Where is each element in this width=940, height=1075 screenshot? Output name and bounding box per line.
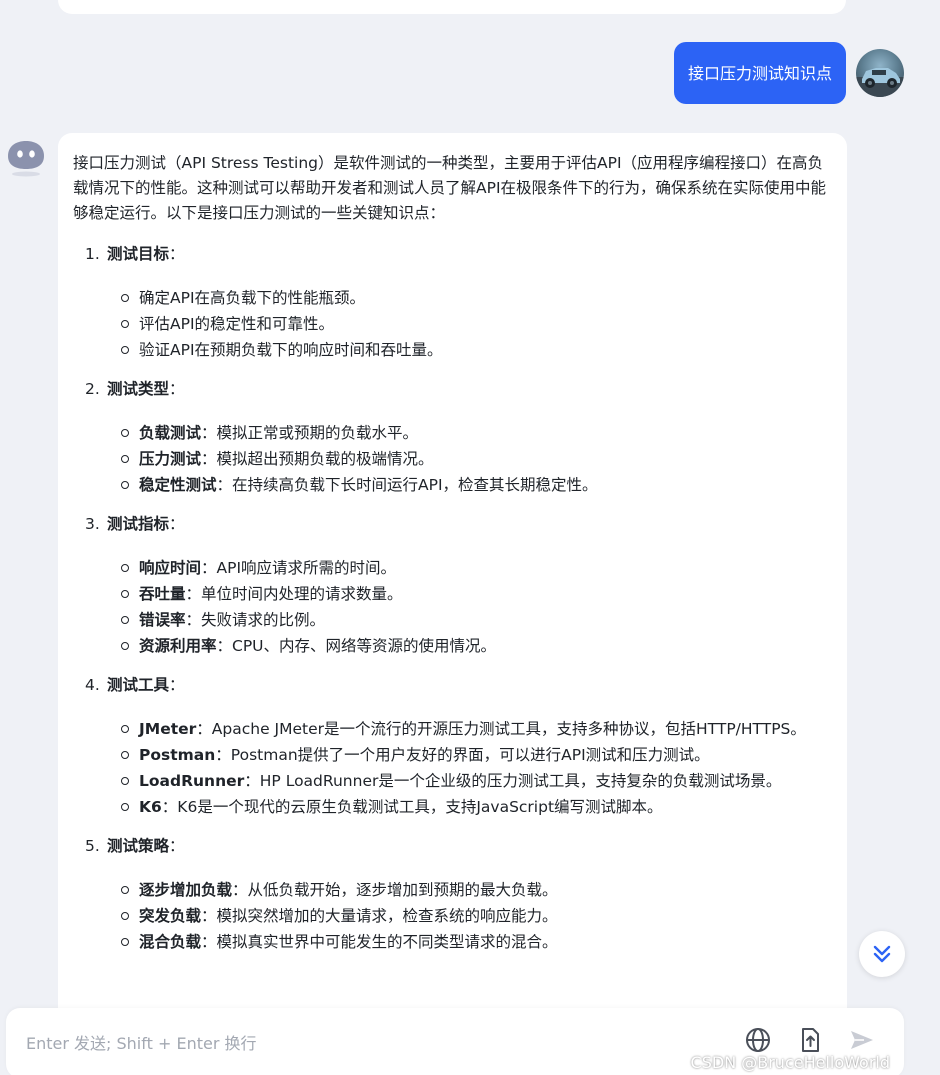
section-bullet-list: 逐步增加负载：从低负载开始，逐步增加到预期的最大负载。 突发负载：模拟突然增加的大… [73, 877, 827, 955]
send-icon [851, 1031, 873, 1049]
section-bullet-list: 确定API在高负载下的性能瓶颈。 评估API的稳定性和可靠性。验证API在预期负载… [73, 285, 827, 363]
bullet-text: ：K6是一个现代的云原生负载测试工具，支持JavaScript编写测试脚本。 [161, 798, 663, 816]
assistant-sections: 1. 测试目标： 确定API在高负载下的性能瓶颈。 评估API的稳定性和可靠性。 验证A… [73, 242, 827, 955]
previous-message-card [58, 0, 846, 14]
bullet-term: Postman [139, 746, 216, 764]
section-number: 4. [85, 676, 100, 694]
section-bullet-list: JMeter：Apache JMeter是一个流行的开源压力测试工具，支持多种协… [73, 716, 827, 820]
chat-window: 接口压力测试知识点 接口压力测试（API Stress Testing）是软件测… [0, 0, 940, 1075]
bullet-term: 错误率 [139, 611, 186, 629]
section-number: 2. [85, 380, 100, 398]
upload-file-button[interactable] [796, 1026, 824, 1054]
user-avatar[interactable] [856, 49, 904, 97]
send-button[interactable] [848, 1026, 876, 1054]
watermark: CSDN @BruceHelloWorld [690, 1053, 890, 1072]
bullet-item: 混合负载：模拟真实世界中可能发生的不同类型请求的混合。 [73, 929, 827, 955]
bullet-term: 响应时间 [139, 559, 202, 577]
assistant-message-card: 接口压力测试（API Stress Testing）是软件测试的一种类型，主要用… [58, 133, 847, 1075]
bullet-item: 验证API在预期负载下的响应时间和吞吐量。 [73, 337, 827, 363]
bullet-item: K6：K6是一个现代的云原生负载测试工具，支持JavaScript编写测试脚本。 [73, 794, 827, 820]
bullet-term: 突发负载 [139, 907, 202, 925]
assistant-avatar [4, 136, 48, 180]
bullet-term: K6 [139, 798, 162, 816]
assistant-intro: 接口压力测试（API Stress Testing）是软件测试的一种类型，主要用… [73, 154, 827, 222]
section-heading: 测试指标 [107, 515, 170, 533]
bullet-item: 错误率：失败请求的比例。 [73, 607, 827, 633]
bullet-text: ：模拟真实世界中可能发生的不同类型请求的混合。 [201, 933, 558, 951]
bullet-item: 负载测试：模拟正常或预期的负载水平。 [73, 420, 827, 446]
section-title: 5. 测试策略： [73, 834, 827, 859]
section-colon: ： [169, 380, 185, 398]
section-colon: ： [169, 837, 185, 855]
globe-icon [746, 1028, 770, 1052]
section-colon: ： [169, 515, 185, 533]
section-heading: 测试工具 [107, 676, 170, 694]
section-title: 2. 测试类型： [73, 377, 827, 402]
bullet-text: 确定API在高负载下的性能瓶颈。 [139, 289, 366, 307]
bullet-text: ：HP LoadRunner是一个企业级的压力测试工具，支持复杂的负载测试场景。 [244, 772, 782, 790]
bullet-text: ：CPU、内存、网络等资源的使用情况。 [216, 637, 497, 655]
bullet-item: 吞吐量：单位时间内处理的请求数量。 [73, 581, 827, 607]
bullet-text: 验证API在预期负载下的响应时间和吞吐量。 [139, 341, 443, 359]
bullet-text: ：从低负载开始，逐步增加到预期的最大负载。 [232, 881, 558, 899]
bullet-text: ：Postman提供了一个用户友好的界面，可以进行API测试和压力测试。 [215, 746, 710, 764]
section-title: 1. 测试目标： [73, 242, 827, 267]
bullet-item: 评估API的稳定性和可靠性。 [73, 311, 827, 337]
section-number: 1. [85, 245, 100, 263]
bullet-item: JMeter：Apache JMeter是一个流行的开源压力测试工具，支持多种协… [73, 716, 827, 742]
scroll-to-bottom-button[interactable] [859, 931, 905, 977]
assistant-message-content: 接口压力测试（API Stress Testing）是软件测试的一种类型，主要用… [58, 133, 847, 955]
section-heading: 测试类型 [107, 380, 170, 398]
bullet-text: ：Apache JMeter是一个流行的开源压力测试工具，支持多种协议，包括HT… [196, 720, 806, 738]
bullet-item: 突发负载：模拟突然增加的大量请求，检查系统的响应能力。 [73, 903, 827, 929]
bullet-item: 逐步增加负载：从低负载开始，逐步增加到预期的最大负载。 [73, 877, 827, 903]
section-colon: ： [169, 676, 185, 694]
section-number: 3. [85, 515, 100, 533]
user-message-row: 接口压力测试知识点 [673, 42, 904, 104]
bullet-term: 吞吐量 [139, 585, 186, 603]
bullet-text: ：模拟正常或预期的负载水平。 [201, 424, 419, 442]
bullet-term: 负载测试 [139, 424, 202, 442]
bullet-term: 压力测试 [139, 450, 202, 468]
section-bullet-list: 负载测试：模拟正常或预期的负载水平。 压力测试：模拟超出预期负载的极端情况。 稳定性… [73, 420, 827, 498]
section-heading: 测试目标 [107, 245, 170, 263]
bullet-term: JMeter [139, 720, 197, 738]
bullet-item: 稳定性测试：在持续高负载下长时间运行API，检查其长期稳定性。 [73, 472, 827, 498]
web-search-button[interactable] [744, 1026, 772, 1054]
bullet-item: LoadRunner：HP LoadRunner是一个企业级的压力测试工具，支持… [73, 768, 827, 794]
section-heading: 测试策略 [107, 837, 170, 855]
bullet-text: ：API响应请求所需的时间。 [201, 559, 397, 577]
section-title: 3. 测试指标： [73, 512, 827, 537]
bullet-item: Postman：Postman提供了一个用户友好的界面，可以进行API测试和压力… [73, 742, 827, 768]
bullet-item: 确定API在高负载下的性能瓶颈。 [73, 285, 827, 311]
bullet-text: ：在持续高负载下长时间运行API，检查其长期稳定性。 [216, 476, 598, 494]
section-number: 5. [85, 837, 100, 855]
bullet-text: ：单位时间内处理的请求数量。 [185, 585, 403, 603]
section-title: 4. 测试工具： [73, 673, 827, 698]
bullet-text: ：模拟超出预期负载的极端情况。 [201, 450, 434, 468]
bullet-term: 混合负载 [139, 933, 202, 951]
message-input-bar: CSDN @BruceHelloWorld [6, 1008, 904, 1075]
user-message-bubble: 接口压力测试知识点 [673, 42, 846, 104]
file-upload-icon [802, 1028, 819, 1052]
bullet-item: 响应时间：API响应请求所需的时间。 [73, 555, 827, 581]
bullet-item: 压力测试：模拟超出预期负载的极端情况。 [73, 446, 827, 472]
bullet-term: 资源利用率 [139, 637, 217, 655]
bullet-term: 稳定性测试 [139, 476, 217, 494]
bullet-text: ：模拟突然增加的大量请求，检查系统的响应能力。 [201, 907, 558, 925]
bullet-term: LoadRunner [139, 772, 245, 790]
user-avatar-image [856, 68, 904, 97]
message-input[interactable] [24, 1028, 708, 1058]
bullet-term: 逐步增加负载 [139, 881, 233, 899]
bullet-text: 评估API的稳定性和可靠性。 [139, 315, 335, 333]
bullet-item: 资源利用率：CPU、内存、网络等资源的使用情况。 [73, 633, 827, 659]
double-chevron-down-icon [873, 945, 891, 963]
section-bullet-list: 响应时间：API响应请求所需的时间。 吞吐量：单位时间内处理的请求数量。 错误率：失… [73, 555, 827, 659]
section-colon: ： [169, 245, 185, 263]
bullet-text: ：失败请求的比例。 [185, 611, 326, 629]
